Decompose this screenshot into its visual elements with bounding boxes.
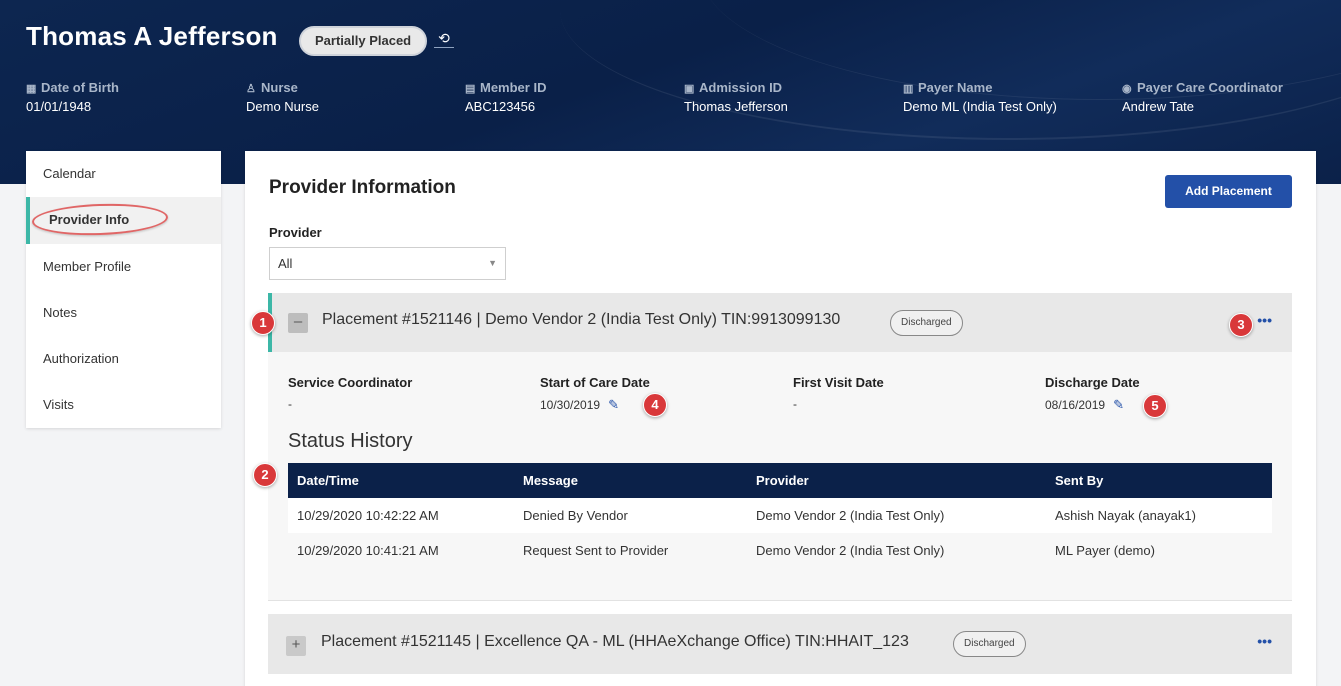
annotation-marker-5: 5: [1143, 394, 1167, 418]
history-icon[interactable]: ⟲: [434, 30, 454, 48]
placement-title: Placement #1521145 | Excellence QA - ML …: [321, 633, 909, 650]
edit-icon[interactable]: ✎: [1113, 397, 1124, 413]
sidebar-item-notes[interactable]: Notes: [26, 290, 221, 336]
id-card-icon: ▣: [684, 83, 695, 95]
provider-select-value: All: [278, 256, 293, 271]
column-header: Date/Time: [288, 463, 514, 498]
chevron-down-icon: ▼: [488, 258, 497, 268]
edit-icon[interactable]: ✎: [608, 397, 619, 413]
add-placement-button[interactable]: Add Placement: [1165, 175, 1292, 208]
patient-name: Thomas A Jefferson: [26, 21, 278, 51]
id-badge-icon: ▤: [465, 83, 476, 95]
provider-select[interactable]: All ▼: [269, 247, 506, 280]
admission-id-field: ▣ Admission ID Thomas Jefferson: [684, 80, 788, 114]
placement-details: Service Coordinator - Start of Care Date…: [268, 352, 1292, 601]
placement-status-badge: Partially Placed: [299, 26, 428, 56]
highlight-circle: [31, 201, 169, 238]
dob-field: ▦ Date of Birth 01/01/1948: [26, 80, 119, 114]
start-of-care-field: Start of Care Date 10/30/2019 ✎: [540, 375, 650, 413]
sidebar-item-visits[interactable]: Visits: [26, 382, 221, 428]
sidebar-item-provider-info[interactable]: Provider Info: [26, 197, 221, 244]
nurse-field: ♙ Nurse Demo Nurse: [246, 80, 319, 114]
annotation-marker-2: 2: [253, 463, 277, 487]
sidebar-item-member-profile[interactable]: Member Profile: [26, 244, 221, 290]
discharged-badge: Discharged: [953, 631, 1026, 657]
annotation-marker-3: 3: [1229, 313, 1253, 337]
provider-info-panel: Provider Information Add Placement Provi…: [245, 151, 1316, 686]
column-header: Sent By: [1046, 463, 1272, 498]
expand-icon[interactable]: +: [286, 636, 306, 656]
user-icon: ♙: [246, 83, 256, 95]
sidebar-item-authorization[interactable]: Authorization: [26, 336, 221, 382]
admission-id-value: Thomas Jefferson: [684, 99, 788, 114]
user-circle-icon: ◉: [1122, 83, 1132, 95]
member-id-field: ▤ Member ID ABC123456: [465, 80, 547, 114]
calendar-icon: ▦: [26, 83, 37, 95]
more-options-icon[interactable]: •••: [1257, 633, 1272, 649]
annotation-marker-4: 4: [643, 393, 667, 417]
annotation-marker-1: 1: [251, 311, 275, 335]
payer-name-field: ▥ Payer Name Demo ML (India Test Only): [903, 80, 1057, 114]
table-row: 10/29/2020 10:42:22 AM Denied By Vendor …: [288, 498, 1272, 533]
discharged-badge: Discharged: [890, 310, 963, 336]
sidebar-item-calendar[interactable]: Calendar: [26, 151, 221, 197]
payer-coordinator-field: ◉ Payer Care Coordinator Andrew Tate: [1122, 80, 1283, 114]
status-history-table: Date/Time Message Provider Sent By 10/29…: [288, 463, 1272, 568]
sidebar-nav: Calendar Provider Info Member Profile No…: [26, 151, 221, 428]
first-visit-field: First Visit Date -: [793, 375, 884, 411]
placement-header[interactable]: – Placement #1521146 | Demo Vendor 2 (In…: [268, 293, 1292, 352]
dob-value: 01/01/1948: [26, 99, 92, 114]
table-header-row: Date/Time Message Provider Sent By: [288, 463, 1272, 498]
nurse-value: Demo Nurse: [246, 99, 319, 114]
column-header: Provider: [747, 463, 1046, 498]
status-history-title: Status History: [288, 430, 413, 452]
service-coordinator-field: Service Coordinator -: [288, 375, 413, 411]
document-icon: ▥: [903, 83, 914, 95]
collapse-icon[interactable]: –: [288, 313, 308, 333]
placement-header[interactable]: + Placement #1521145 | Excellence QA - M…: [268, 614, 1292, 674]
payer-coordinator-value: Andrew Tate: [1122, 99, 1195, 114]
discharge-date-field: Discharge Date 08/16/2019 ✎: [1045, 375, 1140, 413]
more-options-icon[interactable]: •••: [1257, 312, 1272, 328]
page-title: Provider Information: [269, 177, 456, 198]
provider-label: Provider: [269, 225, 322, 240]
payer-name-value: Demo ML (India Test Only): [903, 99, 1057, 114]
table-row: 10/29/2020 10:41:21 AM Request Sent to P…: [288, 533, 1272, 568]
placement-title: Placement #1521146 | Demo Vendor 2 (Indi…: [322, 311, 841, 328]
column-header: Message: [514, 463, 747, 498]
member-id-value: ABC123456: [465, 99, 536, 114]
